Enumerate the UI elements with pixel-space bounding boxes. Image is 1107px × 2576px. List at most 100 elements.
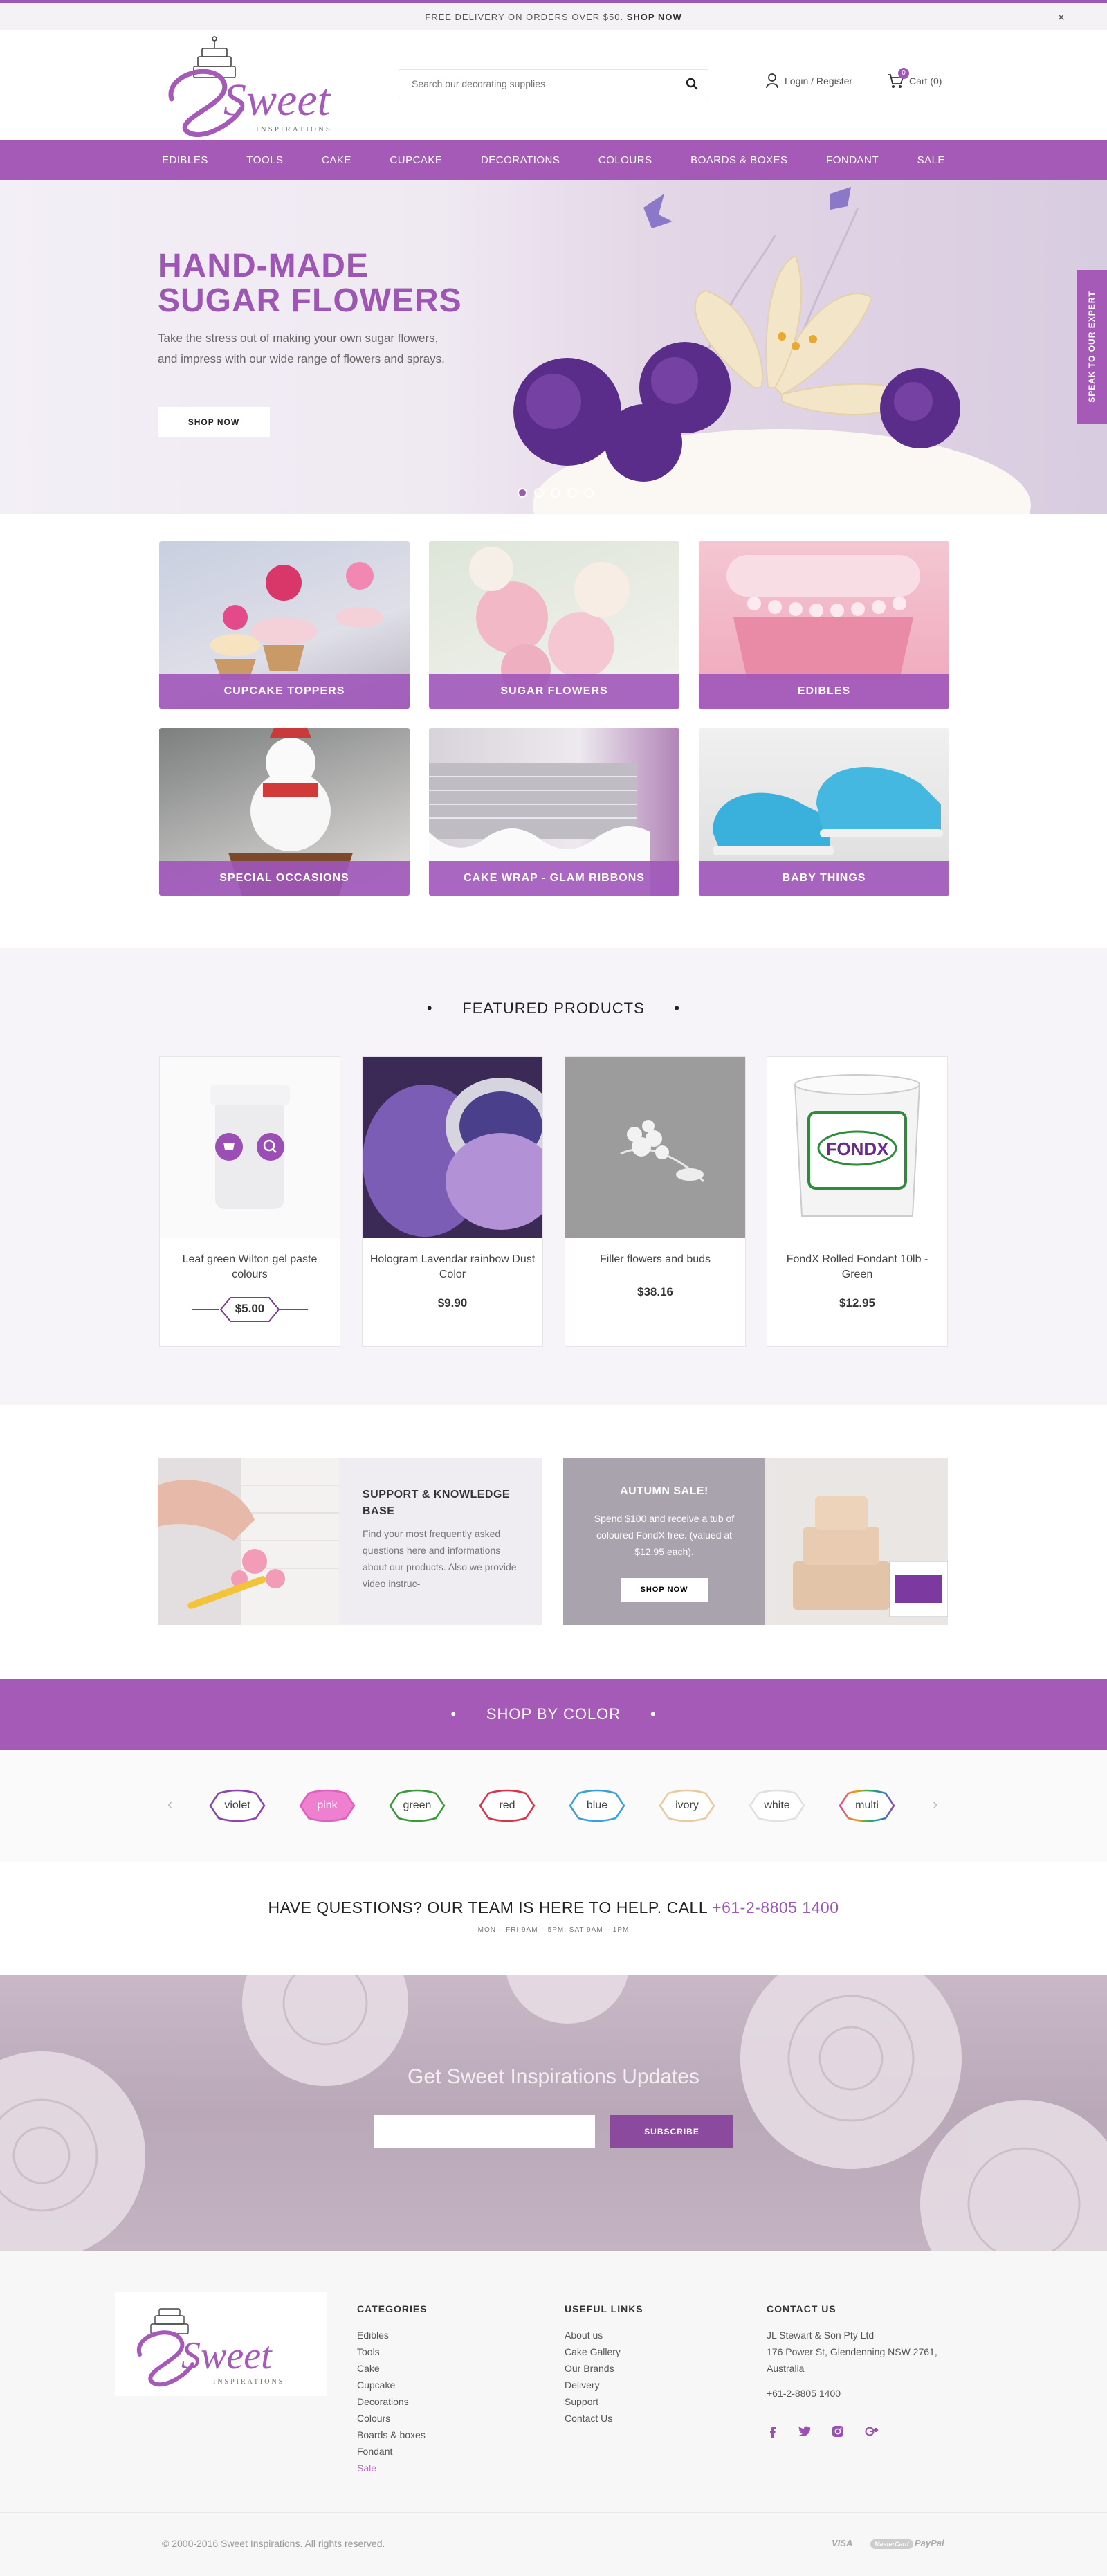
footer-link[interactable]: About us <box>565 2327 643 2343</box>
subscribe-button[interactable]: SUBSCRIBE <box>610 2115 733 2148</box>
nav-item-tools[interactable]: TOOLS <box>246 154 283 166</box>
autumn-sale-promo[interactable]: AUTUMN SALE! Spend $100 and receive a tu… <box>563 1458 948 1625</box>
facebook-icon[interactable] <box>767 2425 778 2438</box>
category-cupcake-toppers[interactable]: CUPCAKE TOPPERS <box>159 541 410 709</box>
shop-now-link[interactable]: SHOP NOW <box>627 12 682 22</box>
nav-item-cake[interactable]: CAKE <box>322 154 351 166</box>
chevron-right-icon[interactable]: › <box>933 1795 937 1813</box>
product-image <box>565 1057 745 1238</box>
nav-item-colours[interactable]: COLOURS <box>598 154 652 166</box>
slider-dot[interactable] <box>567 488 577 498</box>
product-name[interactable]: FondX Rolled Fondant 10lb - Green <box>774 1252 940 1282</box>
category-cake-wrap[interactable]: CAKE WRAP - GLAM RIBBONS <box>429 728 679 896</box>
copyright: © 2000-2016 Sweet Inspirations. All righ… <box>162 2538 385 2549</box>
footer-phone[interactable]: +61-2-8805 1400 <box>767 2385 937 2402</box>
footer-link[interactable]: Edibles <box>357 2327 428 2343</box>
product-card[interactable]: Hologram Lavendar rainbow Dust Color $9.… <box>362 1056 543 1347</box>
category-special-occasions[interactable]: SPECIAL OCCASIONS <box>159 728 410 896</box>
help-banner: HAVE QUESTIONS? OUR TEAM IS HERE TO HELP… <box>0 1862 1107 1975</box>
nav-item-sale[interactable]: SALE <box>917 154 945 166</box>
support-image <box>158 1458 339 1625</box>
footer-link-sale[interactable]: Sale <box>357 2460 428 2476</box>
logo-wordmark: Sweet <box>223 75 331 125</box>
footer-link[interactable]: Decorations <box>357 2393 428 2410</box>
support-promo[interactable]: SUPPORT & KNOWLEDGE BASE Find your most … <box>158 1458 542 1625</box>
hero-shop-now-button[interactable]: SHOP NOW <box>158 407 270 437</box>
zoom-icon <box>257 1133 284 1161</box>
close-icon[interactable]: × <box>1057 3 1065 31</box>
category-label: CAKE WRAP - GLAM RIBBONS <box>429 861 679 896</box>
slider-dot[interactable] <box>551 488 560 498</box>
nav-item-decorations[interactable]: DECORATIONS <box>481 154 560 166</box>
product-price: $5.00 <box>235 1302 265 1315</box>
newsletter-email-input[interactable] <box>374 2115 595 2148</box>
footer-link[interactable]: Our Brands <box>565 2360 643 2377</box>
product-card[interactable]: Filler flowers and buds $38.16 <box>565 1056 746 1347</box>
autumn-shop-now-button[interactable]: SHOP NOW <box>621 1578 708 1602</box>
main-nav: EDIBLES TOOLS CAKE CUPCAKE DECORATIONS C… <box>0 140 1107 180</box>
login-label: Login / Register <box>785 75 853 87</box>
cart-link[interactable]: 0 Cart (0) <box>887 68 942 89</box>
nav-item-boards-boxes[interactable]: BOARDS & BOXES <box>690 154 787 166</box>
color-chip-green[interactable]: green <box>387 1789 447 1822</box>
category-label: EDIBLES <box>699 674 949 709</box>
help-heading: HAVE QUESTIONS? OUR TEAM IS HERE TO HELP… <box>268 1898 839 1916</box>
google-plus-icon[interactable] <box>865 2425 879 2438</box>
footer-link[interactable]: Cupcake <box>357 2377 428 2393</box>
color-chip-label: green <box>403 1799 432 1811</box>
login-link[interactable]: Login / Register <box>765 73 852 89</box>
footer-link[interactable]: Boards & boxes <box>357 2427 428 2443</box>
footer-link[interactable]: Contact Us <box>565 2410 643 2427</box>
logo[interactable]: Sweet INSPIRATIONS <box>158 33 358 137</box>
footer-link[interactable]: Support <box>565 2393 643 2410</box>
slider-dot[interactable] <box>584 488 594 498</box>
support-text: Find your most frequently asked question… <box>363 1528 517 1589</box>
category-sugar-flowers[interactable]: SUGAR FLOWERS <box>429 541 679 709</box>
footer-link[interactable]: Fondant <box>357 2443 428 2460</box>
product-card[interactable]: Leaf green Wilton gel paste colours $5.0… <box>159 1056 340 1347</box>
nav-item-fondant[interactable]: FONDANT <box>826 154 879 166</box>
color-chip-label: red <box>499 1799 515 1811</box>
color-chip-label: multi <box>855 1799 879 1811</box>
speak-to-expert-tab[interactable]: SPEAK TO OUR EXPERT <box>1077 270 1107 424</box>
product-name[interactable]: Leaf green Wilton gel paste colours <box>167 1252 333 1282</box>
hero-title: HAND-MADE SUGAR FLOWERS <box>158 248 462 319</box>
hero-text: Take the stress out of making your own s… <box>158 332 445 365</box>
search-box <box>399 69 708 98</box>
color-chip-ivory[interactable]: ivory <box>657 1789 717 1822</box>
category-edibles[interactable]: EDIBLES <box>699 541 949 709</box>
product-name[interactable]: Filler flowers and buds <box>572 1252 738 1267</box>
footer-logo[interactable]: Sweet INSPIRATIONS <box>115 2292 327 2396</box>
search-icon[interactable] <box>686 78 698 90</box>
help-phone-link[interactable]: +61-2-8805 1400 <box>712 1898 839 1916</box>
announcement-bar: FREE DELIVERY ON ORDERS OVER $50. SHOP N… <box>0 0 1107 30</box>
speak-to-expert-label: SPEAK TO OUR EXPERT <box>1087 291 1097 403</box>
chevron-left-icon[interactable]: ‹ <box>167 1795 172 1813</box>
color-chip-blue[interactable]: blue <box>567 1789 627 1822</box>
footer-link[interactable]: Colours <box>357 2410 428 2427</box>
instagram-icon[interactable] <box>832 2425 844 2438</box>
nav-item-edibles[interactable]: EDIBLES <box>162 154 208 166</box>
color-chip-violet[interactable]: violet <box>208 1789 267 1822</box>
color-chip-red[interactable]: red <box>477 1789 537 1822</box>
address-line-2: Australia <box>767 2363 805 2374</box>
footer-link[interactable]: Cake Gallery <box>565 2343 643 2360</box>
color-chip-pink[interactable]: pink <box>298 1789 357 1822</box>
footer-link[interactable]: Cake <box>357 2360 428 2377</box>
nav-item-cupcake[interactable]: CUPCAKE <box>390 154 442 166</box>
color-chip-white[interactable]: white <box>747 1789 807 1822</box>
footer-link[interactable]: Tools <box>357 2343 428 2360</box>
footer-link[interactable]: Delivery <box>565 2377 643 2393</box>
category-baby-things[interactable]: BABY THINGS <box>699 728 949 896</box>
product-name[interactable]: Hologram Lavendar rainbow Dust Color <box>369 1252 536 1282</box>
product-card[interactable]: FONDX FondX Rolled Fondant 10lb - Green … <box>767 1056 948 1347</box>
search-input[interactable] <box>399 70 662 98</box>
slider-dot[interactable] <box>518 488 527 498</box>
roses-background-image <box>0 1975 1107 2251</box>
slider-dot[interactable] <box>534 488 544 498</box>
color-chip-multi[interactable]: multi <box>837 1789 897 1822</box>
footer-links-title: USEFUL LINKS <box>565 2303 643 2314</box>
footer-categories-title: CATEGORIES <box>357 2303 428 2314</box>
autumn-title: AUTUMN SALE! <box>620 1485 708 1497</box>
twitter-icon[interactable] <box>798 2425 811 2436</box>
